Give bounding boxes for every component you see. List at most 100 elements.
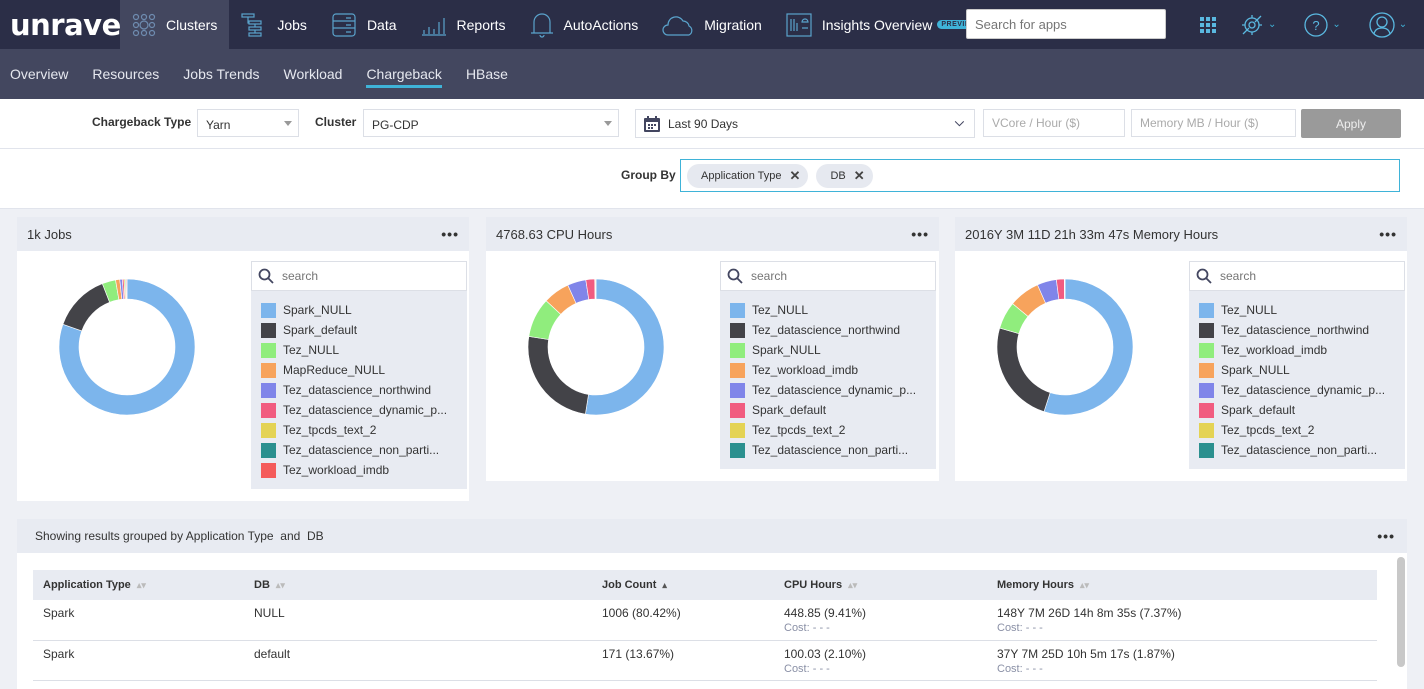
results-table-card: Showing results grouped by Application T… — [17, 519, 1407, 689]
memory-cost-input[interactable] — [1131, 109, 1296, 137]
legend-item[interactable]: Tez_workload_imdb — [730, 360, 936, 380]
tab-workload[interactable]: Workload — [284, 49, 343, 99]
more-options-icon[interactable]: ••• — [1379, 226, 1397, 242]
legend-item[interactable]: Tez_NULL — [261, 340, 467, 360]
col-cpu-hours[interactable]: CPU Hours▴▾ — [774, 570, 987, 600]
date-range-select[interactable]: Last 90 Days ⌵ — [635, 109, 975, 138]
legend-label: Tez_workload_imdb — [283, 463, 389, 477]
legend-item[interactable]: Tez_workload_imdb — [1199, 340, 1405, 360]
legend-search — [251, 261, 467, 291]
legend-swatch — [1199, 383, 1214, 398]
legend-item[interactable]: Spark_NULL — [261, 300, 467, 320]
nav-clusters[interactable]: Clusters — [120, 0, 229, 49]
legend-item[interactable]: Tez_datascience_dynamic_p... — [730, 380, 936, 400]
results-table: Application Type▴▾ DB▴▾ Job Count▴ CPU H… — [33, 570, 1377, 681]
cell-job-count: 1006 (80.42%) — [592, 600, 774, 640]
help-menu-button[interactable]: ? ⌄ — [1304, 13, 1340, 37]
legend-item[interactable]: Tez_datascience_dynamic_p... — [1199, 380, 1405, 400]
more-options-icon[interactable]: ••• — [1377, 528, 1395, 544]
cell-cpu-hours: 448.85 (9.41%)Cost: - - - — [774, 600, 987, 640]
legend-label: Tez_datascience_non_parti... — [1221, 443, 1377, 457]
donut-slice[interactable] — [126, 279, 127, 299]
legend-item[interactable]: Tez_datascience_dynamic_p... — [261, 400, 467, 420]
legend-search-input[interactable] — [282, 269, 452, 283]
donut-slice[interactable] — [528, 336, 589, 414]
tab-jobs-trends[interactable]: Jobs Trends — [183, 49, 259, 99]
legend-swatch — [261, 423, 276, 438]
vcore-cost-input[interactable] — [983, 109, 1125, 137]
nav-reports[interactable]: Reports — [409, 0, 518, 49]
apps-grid-button[interactable] — [1200, 17, 1216, 33]
legend-label: Tez_datascience_northwind — [752, 323, 900, 337]
app-search-input[interactable] — [966, 9, 1166, 39]
nav-data[interactable]: Data — [319, 0, 409, 49]
legend-swatch — [1199, 443, 1214, 458]
legend-item[interactable]: Spark_NULL — [730, 340, 936, 360]
group-by-input[interactable]: Application Type ✕ DB ✕ — [680, 159, 1400, 192]
table-row[interactable]: Spark default 171 (13.67%) 100.03 (2.10%… — [33, 640, 1377, 680]
legend-item[interactable]: Spark_NULL — [1199, 360, 1405, 380]
more-options-icon[interactable]: ••• — [911, 226, 929, 242]
col-application-type[interactable]: Application Type▴▾ — [33, 570, 244, 600]
tab-resources[interactable]: Resources — [92, 49, 159, 99]
unravel-logo[interactable]: unravel — [0, 8, 120, 42]
reports-icon — [421, 14, 447, 36]
legend-item[interactable]: MapReduce_NULL — [261, 360, 467, 380]
table-caption: Showing results grouped by Application T… — [35, 529, 324, 543]
legend-item[interactable]: Spark_default — [1199, 400, 1405, 420]
nav-autoactions[interactable]: AutoActions — [518, 0, 651, 49]
legend-list: Tez_NULL Tez_datascience_northwind Spark_N… — [720, 291, 936, 469]
legend-item[interactable]: Tez_datascience_northwind — [1199, 320, 1405, 340]
legend-item[interactable]: Tez_tpcds_text_2 — [730, 420, 936, 440]
sort-asc-icon: ▴ — [662, 580, 667, 590]
donut-slice[interactable] — [997, 328, 1050, 412]
table-header-row: Application Type▴▾ DB▴▾ Job Count▴ CPU H… — [33, 570, 1377, 600]
table-scrollbar[interactable] — [1397, 557, 1405, 667]
user-menu-button[interactable]: ⌄ — [1369, 12, 1407, 38]
legend-item[interactable]: Tez_NULL — [730, 300, 936, 320]
legend-item[interactable]: Tez_datascience_non_parti... — [1199, 440, 1405, 460]
chevron-down-icon: ⌄ — [1268, 19, 1276, 30]
legend-item[interactable]: Tez_datascience_non_parti... — [261, 440, 467, 460]
legend-item[interactable]: Tez_tpcds_text_2 — [261, 420, 467, 440]
donut-slice[interactable] — [63, 284, 110, 331]
legend-item[interactable]: Tez_tpcds_text_2 — [1199, 420, 1405, 440]
nav-migration[interactable]: Migration — [650, 0, 774, 49]
legend-swatch — [261, 463, 276, 478]
legend-label: Tez_datascience_northwind — [283, 383, 431, 397]
legend-item[interactable]: Spark_default — [730, 400, 936, 420]
tab-hbase[interactable]: HBase — [466, 49, 508, 99]
legend-item[interactable]: Spark_default — [261, 320, 467, 340]
legend-item[interactable]: Tez_datascience_non_parti... — [730, 440, 936, 460]
chargeback-type-select[interactable]: Yarn — [197, 109, 299, 137]
table-row[interactable]: Spark NULL 1006 (80.42%) 448.85 (9.41%)C… — [33, 600, 1377, 640]
cluster-select[interactable]: PG-CDP — [363, 109, 619, 137]
cpu-cost: Cost: - - - — [784, 663, 987, 675]
memory-donut-chart — [985, 267, 1145, 427]
donut-slice[interactable] — [585, 279, 664, 415]
legend-search-input[interactable] — [751, 269, 921, 283]
legend-search-input[interactable] — [1220, 269, 1390, 283]
more-options-icon[interactable]: ••• — [441, 226, 459, 242]
col-db[interactable]: DB▴▾ — [244, 570, 592, 600]
legend-label: Tez_datascience_dynamic_p... — [283, 403, 447, 417]
tab-chargeback[interactable]: Chargeback — [366, 49, 442, 99]
nav-jobs[interactable]: Jobs — [229, 0, 319, 49]
legend-list: Spark_NULLSpark_defaultTez_NULLMapReduce… — [251, 291, 467, 489]
apply-button[interactable]: Apply — [1301, 109, 1401, 138]
legend-swatch — [730, 383, 745, 398]
legend-item[interactable]: Tez_NULL — [1199, 300, 1405, 320]
close-icon[interactable]: ✕ — [790, 168, 801, 184]
close-icon[interactable]: ✕ — [854, 168, 865, 184]
legend-swatch — [1199, 403, 1214, 418]
col-job-count[interactable]: Job Count▴ — [592, 570, 774, 600]
settings-menu-button[interactable]: ⌄ — [1240, 13, 1276, 37]
legend-item[interactable]: Tez_datascience_northwind — [730, 320, 936, 340]
legend-label: Tez_NULL — [752, 303, 808, 317]
legend-item[interactable]: Tez_datascience_northwind — [261, 380, 467, 400]
nav-insights-overview[interactable]: Insights Overview PREVIEW — [774, 0, 993, 49]
legend-item[interactable]: Tez_workload_imdb — [261, 460, 467, 480]
sort-icon: ▴▾ — [1080, 580, 1089, 590]
tab-overview[interactable]: Overview — [10, 49, 68, 99]
col-memory-hours[interactable]: Memory Hours▴▾ — [987, 570, 1377, 600]
